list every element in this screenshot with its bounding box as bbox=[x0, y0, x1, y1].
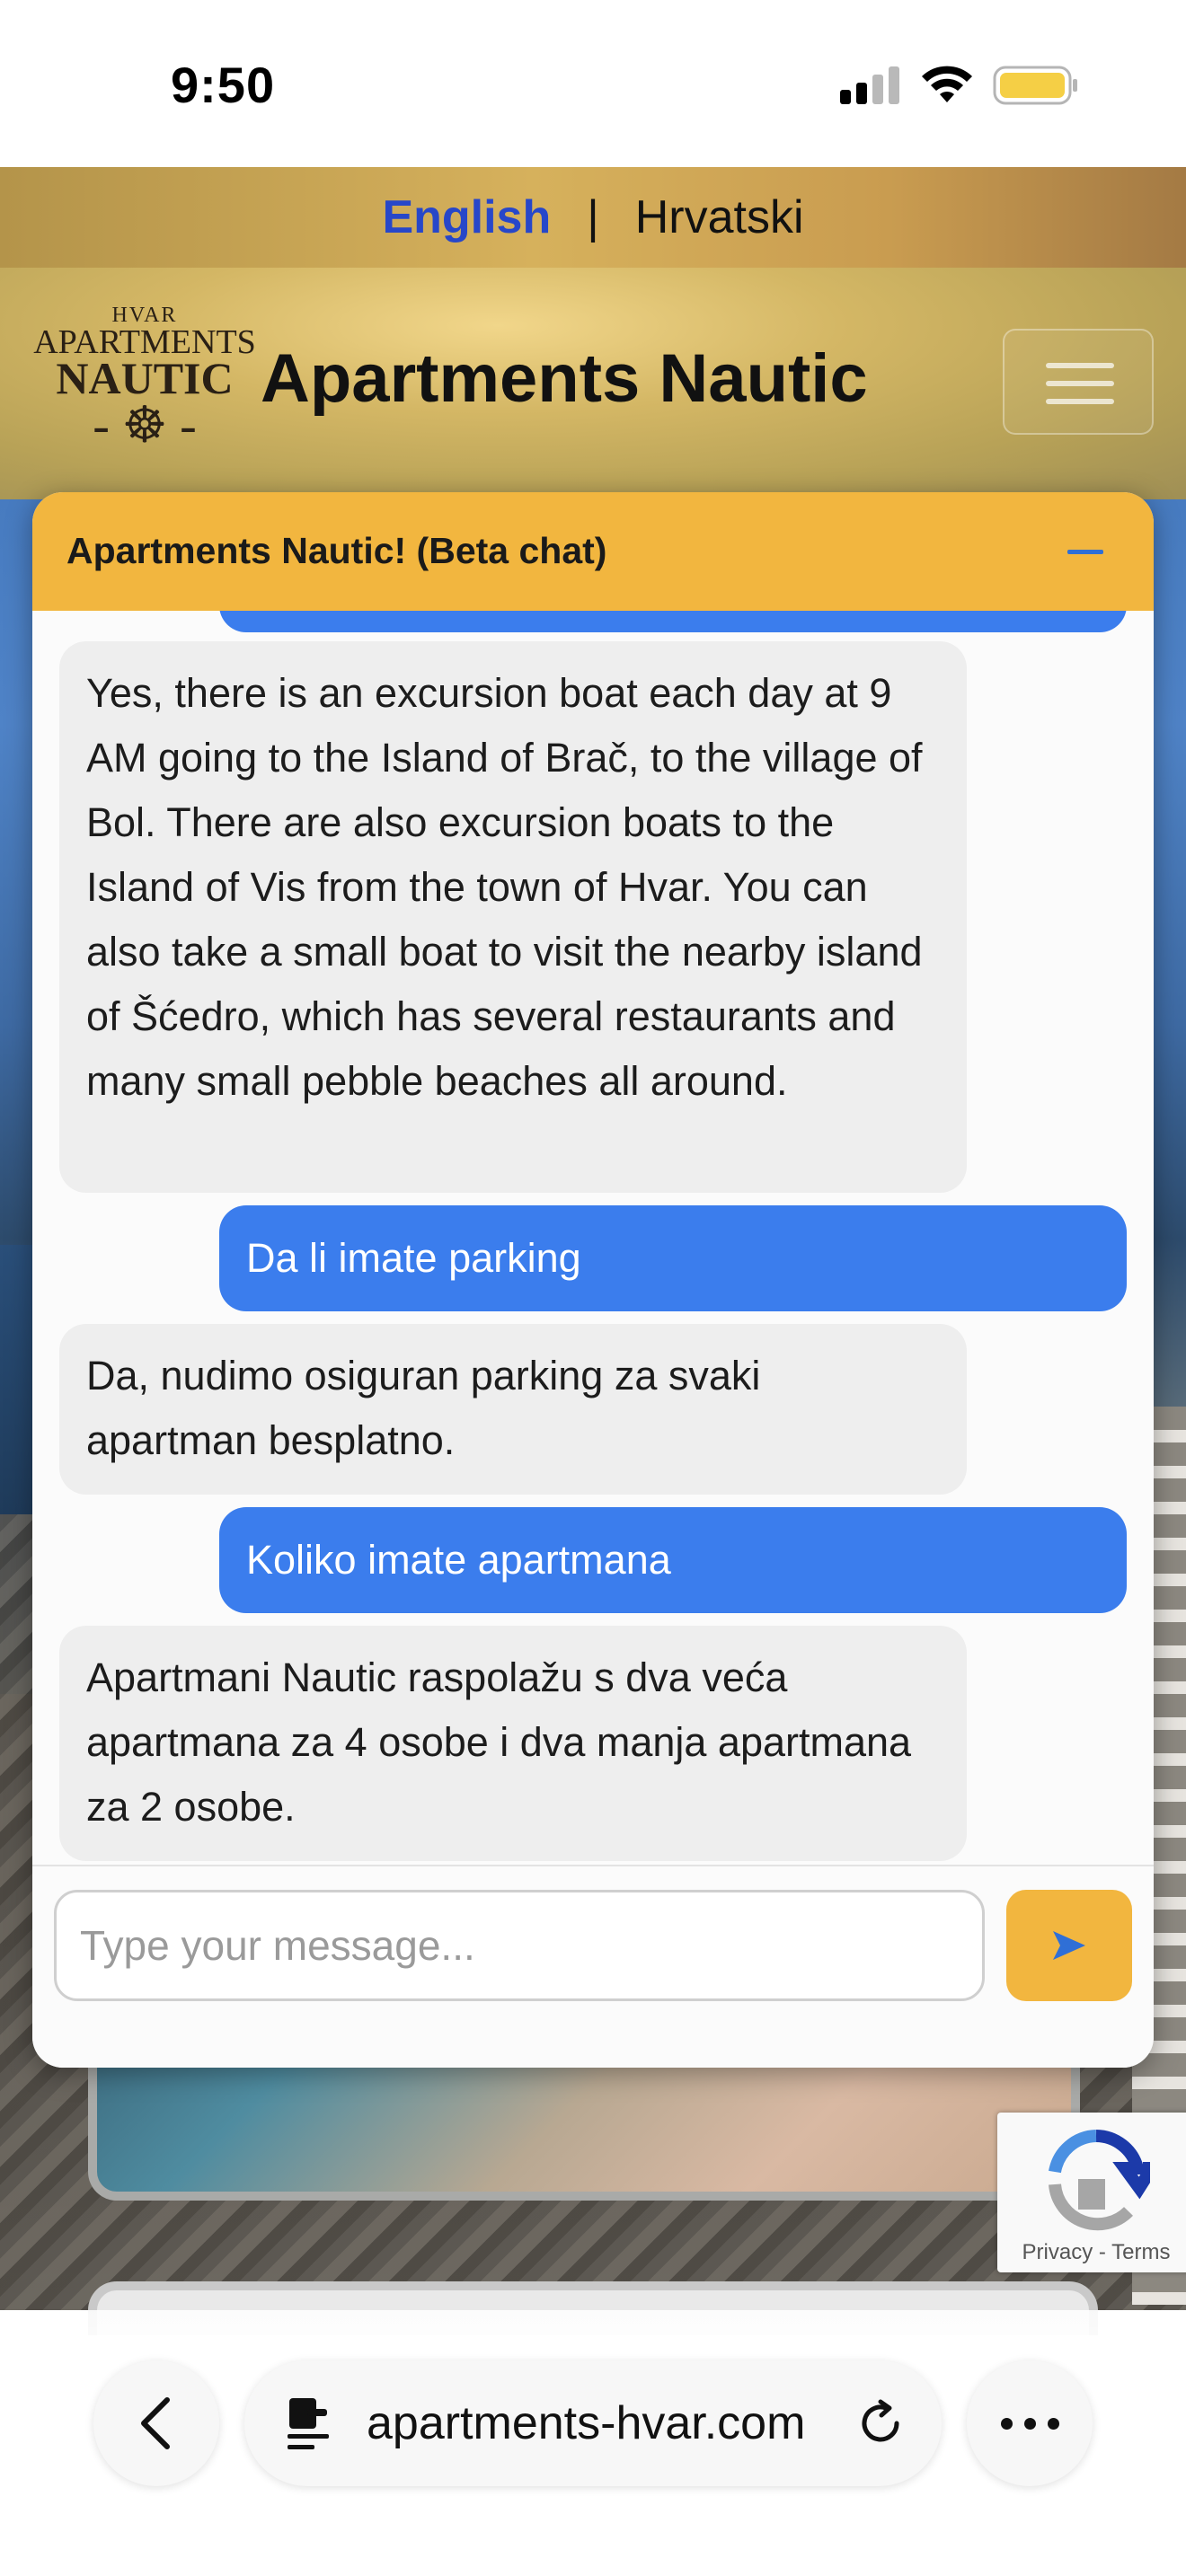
back-button[interactable] bbox=[93, 2360, 219, 2486]
recaptcha-privacy-terms[interactable]: Privacy - Terms bbox=[997, 2240, 1186, 2265]
send-button[interactable] bbox=[1006, 1890, 1132, 2001]
url-text: apartments-hvar.com bbox=[367, 2397, 806, 2449]
language-separator: | bbox=[587, 191, 599, 243]
cellular-signal-icon bbox=[840, 66, 901, 104]
site-title[interactable]: Apartments Nautic bbox=[261, 340, 868, 418]
chevron-left-icon bbox=[141, 2397, 170, 2449]
send-arrow-icon bbox=[1053, 1931, 1085, 1960]
wifi-icon bbox=[922, 66, 972, 102]
hamburger-menu-button[interactable] bbox=[1003, 329, 1154, 435]
ship-wheel-icon: - ☸ - bbox=[93, 398, 197, 454]
more-options-button[interactable] bbox=[967, 2360, 1093, 2486]
language-croatian-link[interactable]: Hrvatski bbox=[635, 190, 804, 244]
phone-screen: 9:50 English | Hrvatski HVAR APARTMENTS … bbox=[0, 0, 1186, 2576]
chat-input-area bbox=[32, 1865, 1154, 2068]
bot-message: Da, nudimo osiguran parking za svaki apa… bbox=[59, 1324, 967, 1495]
recaptcha-icon bbox=[1049, 2130, 1150, 2231]
battery-icon bbox=[993, 66, 1077, 105]
bot-message: Yes, there is an excursion boat each day… bbox=[59, 641, 967, 1193]
reload-icon[interactable] bbox=[855, 2398, 906, 2448]
site-header: HVAR APARTMENTS NAUTIC - ☸ - Apartments … bbox=[0, 268, 1186, 499]
language-bar: English | Hrvatski bbox=[0, 167, 1186, 268]
browser-toolbar: apartments-hvar.com bbox=[0, 2310, 1186, 2576]
site-logo[interactable]: HVAR APARTMENTS NAUTIC - ☸ - bbox=[32, 304, 257, 465]
minimize-icon[interactable] bbox=[1067, 550, 1103, 554]
address-bar[interactable]: apartments-hvar.com bbox=[244, 2360, 942, 2486]
language-english-link[interactable]: English bbox=[382, 190, 551, 244]
recaptcha-badge[interactable]: Privacy - Terms bbox=[997, 2113, 1186, 2272]
user-message: Da li imate parking bbox=[219, 1205, 1127, 1311]
chat-header[interactable]: Apartments Nautic! (Beta chat) bbox=[32, 492, 1154, 611]
bot-message: Apartmani Nautic raspolažu s dva veća ap… bbox=[59, 1626, 967, 1861]
message-input[interactable] bbox=[54, 1890, 985, 2001]
hamburger-menu-icon bbox=[1046, 363, 1114, 368]
page-settings-icon bbox=[288, 2398, 329, 2449]
previous-user-message bbox=[219, 611, 1127, 632]
user-message: Koliko imate apartmana bbox=[219, 1507, 1127, 1613]
chat-title: Apartments Nautic! (Beta chat) bbox=[66, 530, 607, 571]
more-dots-icon bbox=[1001, 2418, 1013, 2430]
chat-messages[interactable]: Yes, there is an excursion boat each day… bbox=[32, 611, 1154, 1865]
status-time: 9:50 bbox=[171, 57, 276, 113]
chat-widget: Apartments Nautic! (Beta chat) Yes, ther… bbox=[32, 492, 1154, 2068]
logo-line-3: NAUTIC bbox=[56, 353, 234, 403]
status-bar: 9:50 bbox=[0, 0, 1186, 167]
